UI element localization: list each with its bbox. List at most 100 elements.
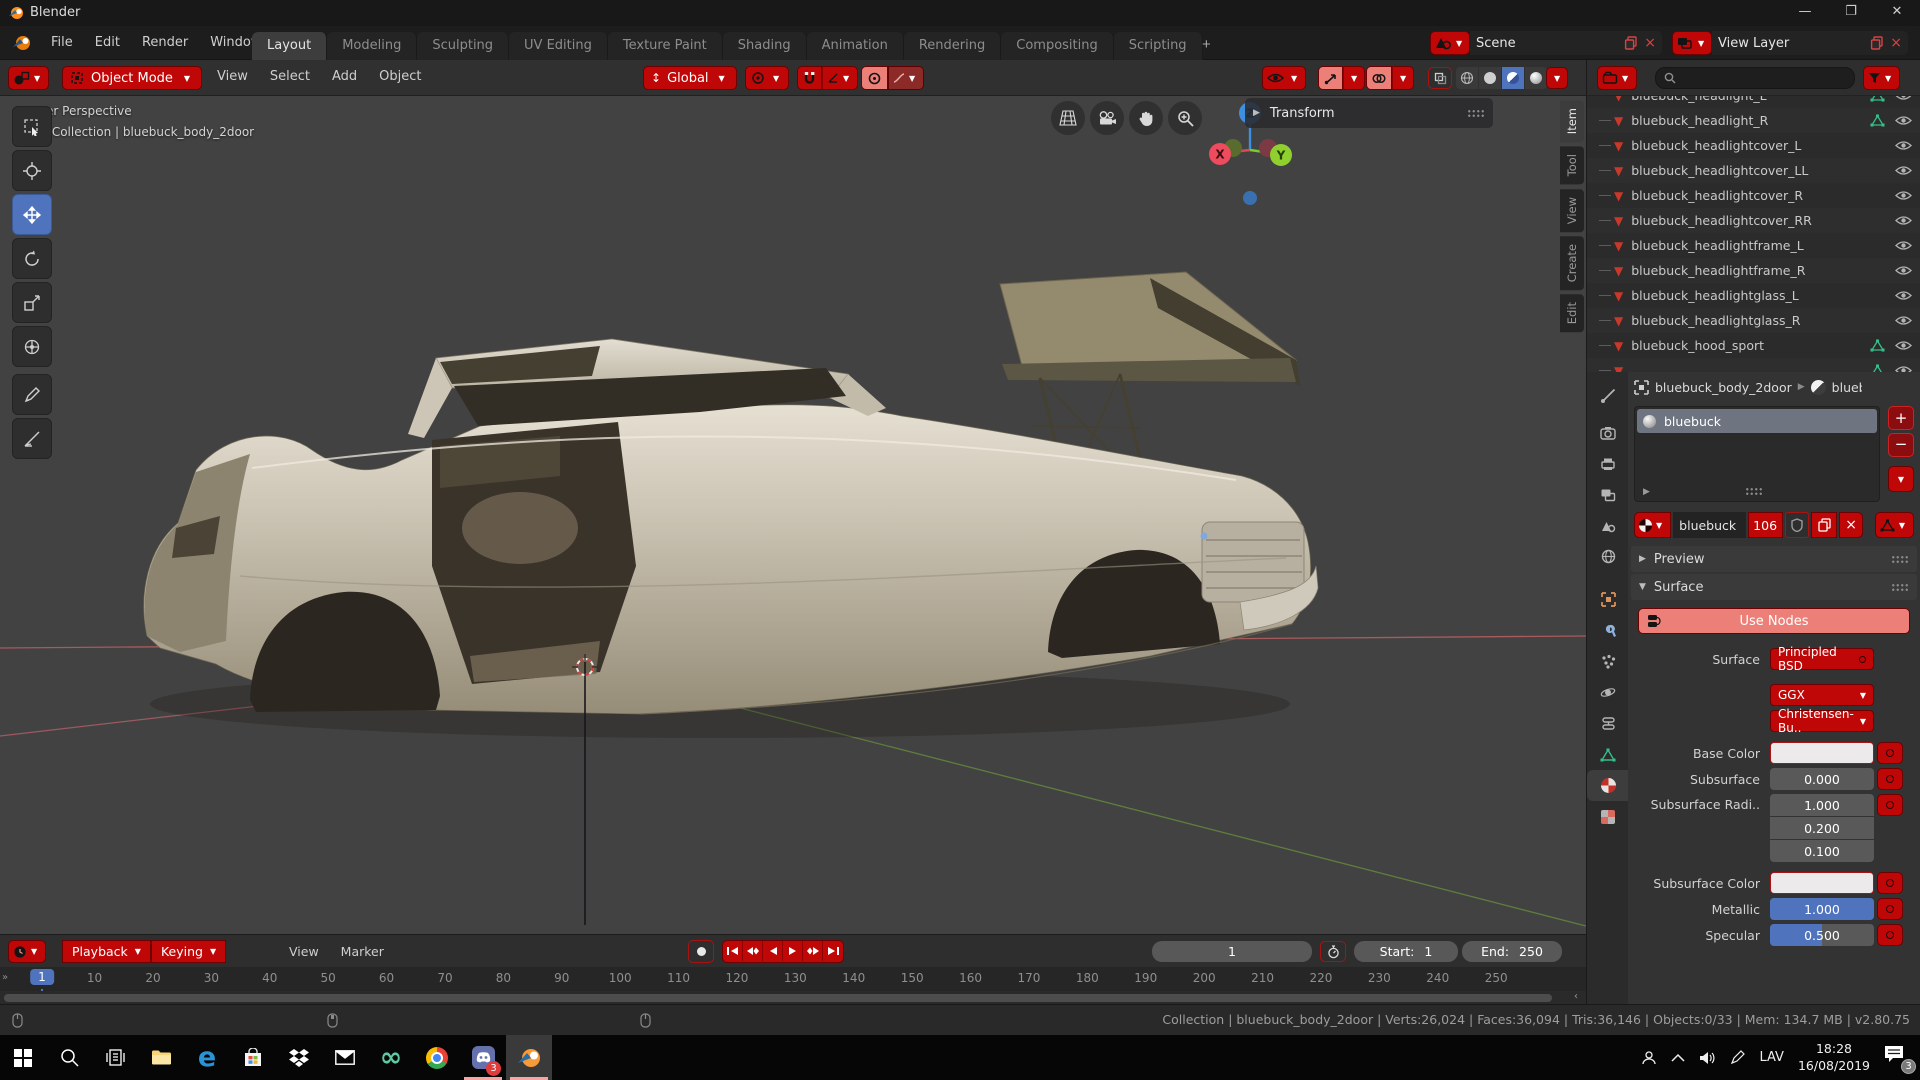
start-button[interactable] <box>0 1035 46 1080</box>
base-color-swatch[interactable] <box>1770 742 1874 764</box>
outliner-item[interactable]: ▼ bluebuck_hood_sport <box>1587 333 1920 358</box>
next-keyframe-button[interactable] <box>803 941 823 961</box>
shading-rendered-button[interactable] <box>1525 67 1547 89</box>
outliner-item[interactable]: ▼ <box>1587 358 1920 372</box>
workspace-tab[interactable]: Modeling <box>327 32 417 60</box>
viewport-3d[interactable]: User Perspective (1) Collection | bluebu… <box>0 96 1586 934</box>
scrollbar-chevron-icon[interactable]: ‹ <box>1574 991 1578 1002</box>
menu-item[interactable]: Add <box>321 65 368 89</box>
panel-drag-grip[interactable] <box>1891 583 1909 592</box>
keyboard-layout-indicator[interactable]: LAV <box>1759 1050 1784 1065</box>
maximize-button[interactable]: ❐ <box>1828 0 1874 26</box>
breadcrumb-object[interactable]: bluebuck_body_2door <box>1655 380 1792 395</box>
timeline-menu-dropdown[interactable]: Playback ▼ <box>62 940 151 963</box>
subsurface-method-dropdown[interactable]: Christensen-Bu.. ▼ <box>1770 710 1874 732</box>
volume-icon[interactable] <box>1699 1051 1716 1065</box>
workspace-tab[interactable]: Animation <box>807 32 904 60</box>
sidebar-tab[interactable]: View <box>1560 189 1584 232</box>
outliner-filter-dropdown[interactable]: ▼ <box>1863 66 1900 90</box>
jump-to-end-button[interactable] <box>823 941 843 961</box>
surface-shader-button[interactable]: Principled BSD <box>1770 648 1874 670</box>
tool-transform[interactable] <box>12 326 52 367</box>
tab-material[interactable] <box>1587 770 1629 801</box>
subsurface-color-socket-button[interactable] <box>1877 872 1903 894</box>
menu-item[interactable]: Marker <box>330 940 395 964</box>
taskbar-search-button[interactable] <box>46 1035 92 1080</box>
timeline-scrollbar[interactable]: ‹ <box>0 991 1586 1005</box>
blender-app-menu-icon[interactable] <box>12 35 32 51</box>
tab-modifiers[interactable] <box>1587 615 1629 646</box>
radius-y-field[interactable]: 0.200 <box>1770 817 1874 839</box>
fake-user-shield-toggle[interactable] <box>1785 512 1809 538</box>
panel-drag-grip[interactable] <box>1891 555 1909 564</box>
workspace-tab[interactable]: Rendering <box>904 32 1001 60</box>
tab-view-layer[interactable] <box>1587 479 1629 510</box>
action-center-button[interactable]: 3 <box>1884 1045 1910 1071</box>
workspace-tab[interactable]: Scripting <box>1114 32 1203 60</box>
workspace-tab[interactable]: Shading <box>723 32 807 60</box>
mail-icon[interactable] <box>322 1035 368 1080</box>
tab-render[interactable] <box>1587 417 1629 448</box>
frame-start-field[interactable]: Start:1 <box>1354 941 1458 962</box>
outliner-item[interactable]: ▼ bluebuck_headlightcover_L <box>1587 133 1920 158</box>
material-slot-selected[interactable]: bluebuck <box>1637 409 1877 433</box>
people-icon[interactable] <box>1641 1050 1657 1066</box>
pivot-point-dropdown[interactable]: ▼ <box>745 66 789 90</box>
radius-socket-button[interactable] <box>1877 794 1903 816</box>
shading-settings-dropdown[interactable]: ▼ <box>1546 67 1568 89</box>
outliner-item[interactable]: ▼ bluebuck_headlightframe_L <box>1587 233 1920 258</box>
outliner-item[interactable]: ▼ bluebuck_headlightcover_R <box>1587 183 1920 208</box>
outliner-display-mode-dropdown[interactable]: ▼ <box>1597 66 1637 90</box>
browse-material-dropdown[interactable]: ▼ <box>1634 512 1671 538</box>
pen-icon[interactable] <box>1730 1050 1745 1065</box>
pan-view-button[interactable] <box>1129 101 1163 135</box>
previous-keyframe-button[interactable] <box>743 941 763 961</box>
tab-world[interactable] <box>1587 541 1629 572</box>
menu-item[interactable]: Object <box>368 65 432 89</box>
close-button[interactable]: ✕ <box>1874 0 1920 26</box>
unlink-scene-icon[interactable]: × <box>1644 35 1656 51</box>
visibility-eye-icon[interactable] <box>1895 215 1912 226</box>
tab-particles[interactable] <box>1587 646 1629 677</box>
visibility-eye-icon[interactable] <box>1895 290 1912 301</box>
outliner-item[interactable]: ▼ bluebuck_headlightcover_RR <box>1587 208 1920 233</box>
panel-preview[interactable]: ▶ Preview <box>1631 546 1917 572</box>
visibility-eye-icon[interactable] <box>1895 115 1912 126</box>
remove-slot-button[interactable]: − <box>1888 433 1914 457</box>
current-frame-field[interactable]: 1 <box>1152 941 1312 962</box>
transform-orientation-dropdown[interactable]: ↕ Global ▼ <box>643 66 737 90</box>
visibility-eye-icon[interactable] <box>1895 265 1912 276</box>
collapse-arrow-icon[interactable]: ▶ <box>1253 108 1260 118</box>
menu-item[interactable]: File <box>40 31 84 55</box>
sidebar-panel-transform[interactable]: ▶ Transform <box>1245 98 1493 128</box>
tab-object-data[interactable] <box>1587 739 1629 770</box>
base-color-socket-button[interactable] <box>1877 742 1903 764</box>
menu-item[interactable]: View <box>206 65 259 89</box>
scene-type-dropdown[interactable]: ▼ <box>1430 31 1470 55</box>
tab-constraints[interactable] <box>1587 708 1629 739</box>
infinity-app-icon[interactable]: ∞ <box>368 1035 414 1080</box>
use-preview-range-toggle[interactable] <box>1320 941 1346 962</box>
zoom-view-button[interactable] <box>1168 101 1202 135</box>
visibility-eye-icon[interactable] <box>1895 165 1912 176</box>
sidebar-tab[interactable]: Tool <box>1560 146 1584 184</box>
scene-field[interactable]: Scene × <box>1470 31 1662 55</box>
new-scene-copy-icon[interactable] <box>1624 36 1638 50</box>
store-icon[interactable] <box>230 1035 276 1080</box>
chrome-icon[interactable] <box>414 1035 460 1080</box>
hidden-icons-chevron[interactable] <box>1671 1053 1685 1062</box>
tool-rotate[interactable] <box>12 238 52 279</box>
menu-item[interactable]: Select <box>259 65 321 89</box>
outliner-item[interactable]: ▼ bluebuck_headlight_L <box>1587 96 1920 108</box>
jump-to-start-button[interactable] <box>723 941 743 961</box>
link-override-dropdown[interactable]: ▼ <box>1875 512 1914 538</box>
subsurface-color-swatch[interactable] <box>1770 872 1874 894</box>
camera-view-button[interactable] <box>1090 101 1124 135</box>
menu-item[interactable]: View <box>278 940 330 964</box>
tab-object[interactable] <box>1587 584 1629 615</box>
play-reverse-button[interactable] <box>763 941 783 961</box>
view-layer-type-dropdown[interactable]: ▼ <box>1672 31 1712 55</box>
tool-annotate[interactable] <box>12 374 52 415</box>
file-explorer-icon[interactable] <box>138 1035 184 1080</box>
metallic-slider[interactable]: 1.000 <box>1770 898 1874 920</box>
